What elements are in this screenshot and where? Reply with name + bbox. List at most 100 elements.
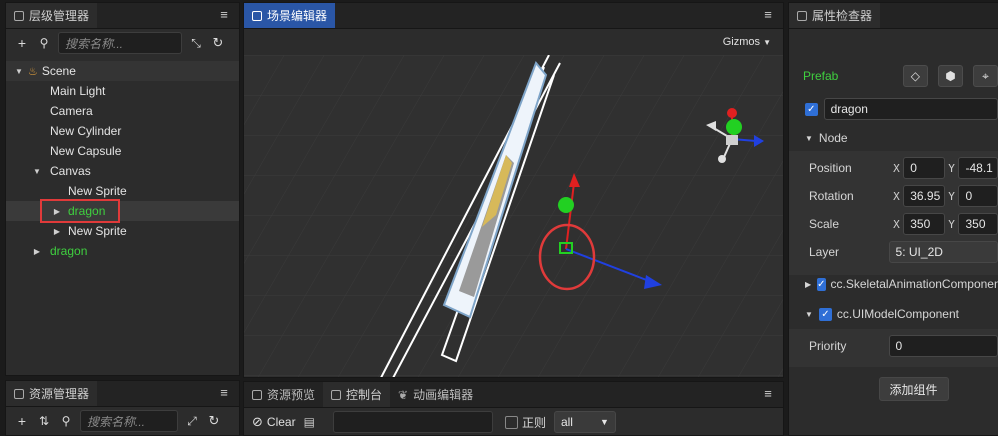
hierarchy-tabbar: 层级管理器 ≡ (6, 3, 239, 29)
tree-row[interactable]: Main Light (6, 81, 239, 101)
tree-row-label: Main Light (50, 84, 106, 98)
tree-row[interactable]: New Cylinder (6, 121, 239, 141)
tree-row-scene[interactable]: ▼ ♨ Scene (6, 61, 239, 81)
tree-row[interactable]: New Capsule (6, 141, 239, 161)
chevron-down-icon: ▼ (763, 38, 771, 47)
position-y-input[interactable]: -48.1 (958, 157, 998, 179)
cube-icon[interactable]: ⬢ (937, 65, 963, 87)
assets-toolbar: + ⇅ ⚲ 搜索名称... ⤢ ↻ (6, 407, 239, 435)
inspector-icon (797, 10, 807, 21)
tab-console[interactable]: 控制台 (323, 382, 391, 407)
scene-editor-icon (252, 10, 262, 21)
tab-inspector[interactable]: 属性检查器 (789, 3, 881, 28)
hamburger-menu-icon[interactable]: ≡ (761, 387, 775, 401)
clear-button[interactable]: ⊘ Clear (252, 414, 296, 430)
eraser-icon[interactable]: ◇ (902, 65, 928, 87)
scale-row: Scale X 350 Y 350 (789, 213, 998, 235)
prefab-row: Prefab ◇ ⬢ ⌖ (789, 65, 998, 87)
layer-label: Layer (809, 245, 840, 259)
tree-row[interactable]: New Sprite (6, 181, 239, 201)
hierarchy-search-input[interactable]: 搜索名称... (58, 32, 182, 54)
scale-label: Scale (809, 217, 840, 231)
node-name-input[interactable]: dragon (823, 98, 998, 120)
rotation-x-input[interactable]: 36.95 (903, 185, 945, 207)
add-icon[interactable]: + (14, 35, 30, 51)
collapse-icon[interactable]: ⤡ (188, 36, 204, 51)
sort-icon[interactable]: ⇅ (36, 414, 52, 428)
tree-row-label: dragon (50, 244, 88, 258)
expand-arrow-icon[interactable]: ▼ (32, 167, 42, 176)
rotation-y-value: 0 (965, 189, 973, 203)
gizmos-dropdown[interactable]: Gizmos ▼ (723, 36, 771, 48)
tree-row-dragon-selected[interactable]: ▶ dragon (6, 199, 239, 223)
add-icon[interactable]: + (14, 413, 30, 429)
position-x-input[interactable]: 0 (903, 157, 945, 179)
node-section-header[interactable]: ▼ Node (789, 129, 998, 147)
expand-icon[interactable]: ⤢ (184, 414, 200, 429)
asset-preview-icon (252, 389, 262, 400)
tab-label: 控制台 (346, 388, 383, 402)
component-label: cc.UIModelComponent (836, 307, 959, 321)
log-level-select[interactable]: all ▼ (553, 411, 616, 433)
console-icon (331, 389, 342, 400)
assets-search-input[interactable]: 搜索名称... (80, 410, 178, 432)
tab-label: 资源预览 (267, 388, 316, 402)
regex-checkbox[interactable]: 正则 (504, 414, 546, 431)
search-icon: ⚲ (39, 36, 49, 50)
tab-label: 动画编辑器 (413, 388, 474, 402)
uimodel-component-header[interactable]: ▼ ✓ cc.UIModelComponent (789, 307, 998, 321)
rotation-y-input[interactable]: 0 (958, 185, 998, 207)
clear-label: Clear (266, 415, 296, 429)
expand-arrow-icon[interactable]: ▶ (32, 247, 42, 256)
console-filter-input[interactable] (332, 411, 493, 433)
inspector-panel: 属性检查器 Prefab ◇ ⬢ ⌖ ✓ dragon ▼ Node Posit… (788, 2, 998, 436)
scale-x-input[interactable]: 350 (903, 213, 945, 235)
tree-row[interactable]: Camera (6, 101, 239, 121)
scene-viewport[interactable] (244, 55, 784, 377)
expand-arrow-icon[interactable]: ▼ (14, 67, 24, 76)
layer-select[interactable]: 5: UI_2D (888, 241, 998, 263)
component-enabled-checkbox[interactable]: ✓ (817, 277, 826, 291)
file-icon[interactable]: ▤ (304, 415, 315, 429)
priority-value: 0 (895, 339, 903, 353)
skeletal-component-header[interactable]: ▶ ✓ cc.SkeletalAnimationComponent (789, 277, 998, 291)
assets-tabbar: 资源管理器 ≡ (6, 381, 239, 407)
gizmo-handle[interactable] (558, 197, 574, 213)
tab-assets[interactable]: 资源管理器 (6, 381, 98, 406)
tree-row[interactable]: ▶ New Sprite (6, 221, 239, 241)
location-icon[interactable]: ⌖ (972, 65, 998, 87)
add-component-button[interactable]: 添加组件 (878, 377, 949, 401)
tree-row-label: Scene (41, 64, 76, 78)
scene-toolbar: Gizmos ▼ (244, 29, 783, 55)
priority-input[interactable]: 0 (888, 335, 998, 357)
tab-animation-editor[interactable]: ❦ 动画编辑器 (390, 382, 482, 407)
scale-y-input[interactable]: 350 (958, 213, 998, 235)
expand-arrow-icon[interactable]: ▶ (52, 227, 62, 236)
node-active-checkbox[interactable]: ✓ (805, 102, 818, 116)
scene-tabbar: 场景编辑器 ≡ (244, 3, 783, 29)
tab-scene-editor[interactable]: 场景编辑器 (244, 3, 336, 28)
highlight-box (40, 199, 120, 223)
hamburger-menu-icon[interactable]: ≡ (761, 8, 775, 22)
refresh-icon[interactable]: ↻ (210, 35, 226, 51)
refresh-icon[interactable]: ↻ (206, 413, 222, 429)
tree-row-canvas[interactable]: ▼ Canvas (6, 161, 239, 181)
scale-y-value: 350 (965, 217, 986, 231)
hamburger-menu-icon[interactable]: ≡ (217, 8, 231, 22)
tab-hierarchy[interactable]: 层级管理器 (6, 3, 98, 28)
component-enabled-checkbox[interactable]: ✓ (818, 307, 832, 321)
hierarchy-toolbar: + ⚲ 搜索名称... ⤡ ↻ (6, 29, 239, 57)
scene-title: 场景编辑器 (267, 9, 328, 23)
axis-x-label: X (893, 161, 900, 175)
hierarchy-panel: 层级管理器 ≡ + ⚲ 搜索名称... ⤡ ↻ ▼ ♨ Scene Main L… (5, 2, 240, 376)
checkbox-box (504, 415, 518, 429)
expand-arrow-icon: ▶ (805, 279, 812, 289)
console-panel: 资源预览 控制台 ❦ 动画编辑器 ≡ ⊘ Clear ▤ 正则 all ▼ (243, 381, 784, 436)
hamburger-menu-icon[interactable]: ≡ (217, 386, 231, 400)
tree-row-label: New Sprite (68, 184, 127, 198)
gizmos-label: Gizmos (722, 36, 761, 48)
tab-asset-preview[interactable]: 资源预览 (244, 382, 324, 407)
tree-row-dragon[interactable]: ▶ dragon (6, 241, 239, 261)
hierarchy-tree: ▼ ♨ Scene Main Light Camera New Cylinder… (6, 61, 239, 261)
rotation-row: Rotation X 36.95 Y 0 (789, 185, 998, 207)
